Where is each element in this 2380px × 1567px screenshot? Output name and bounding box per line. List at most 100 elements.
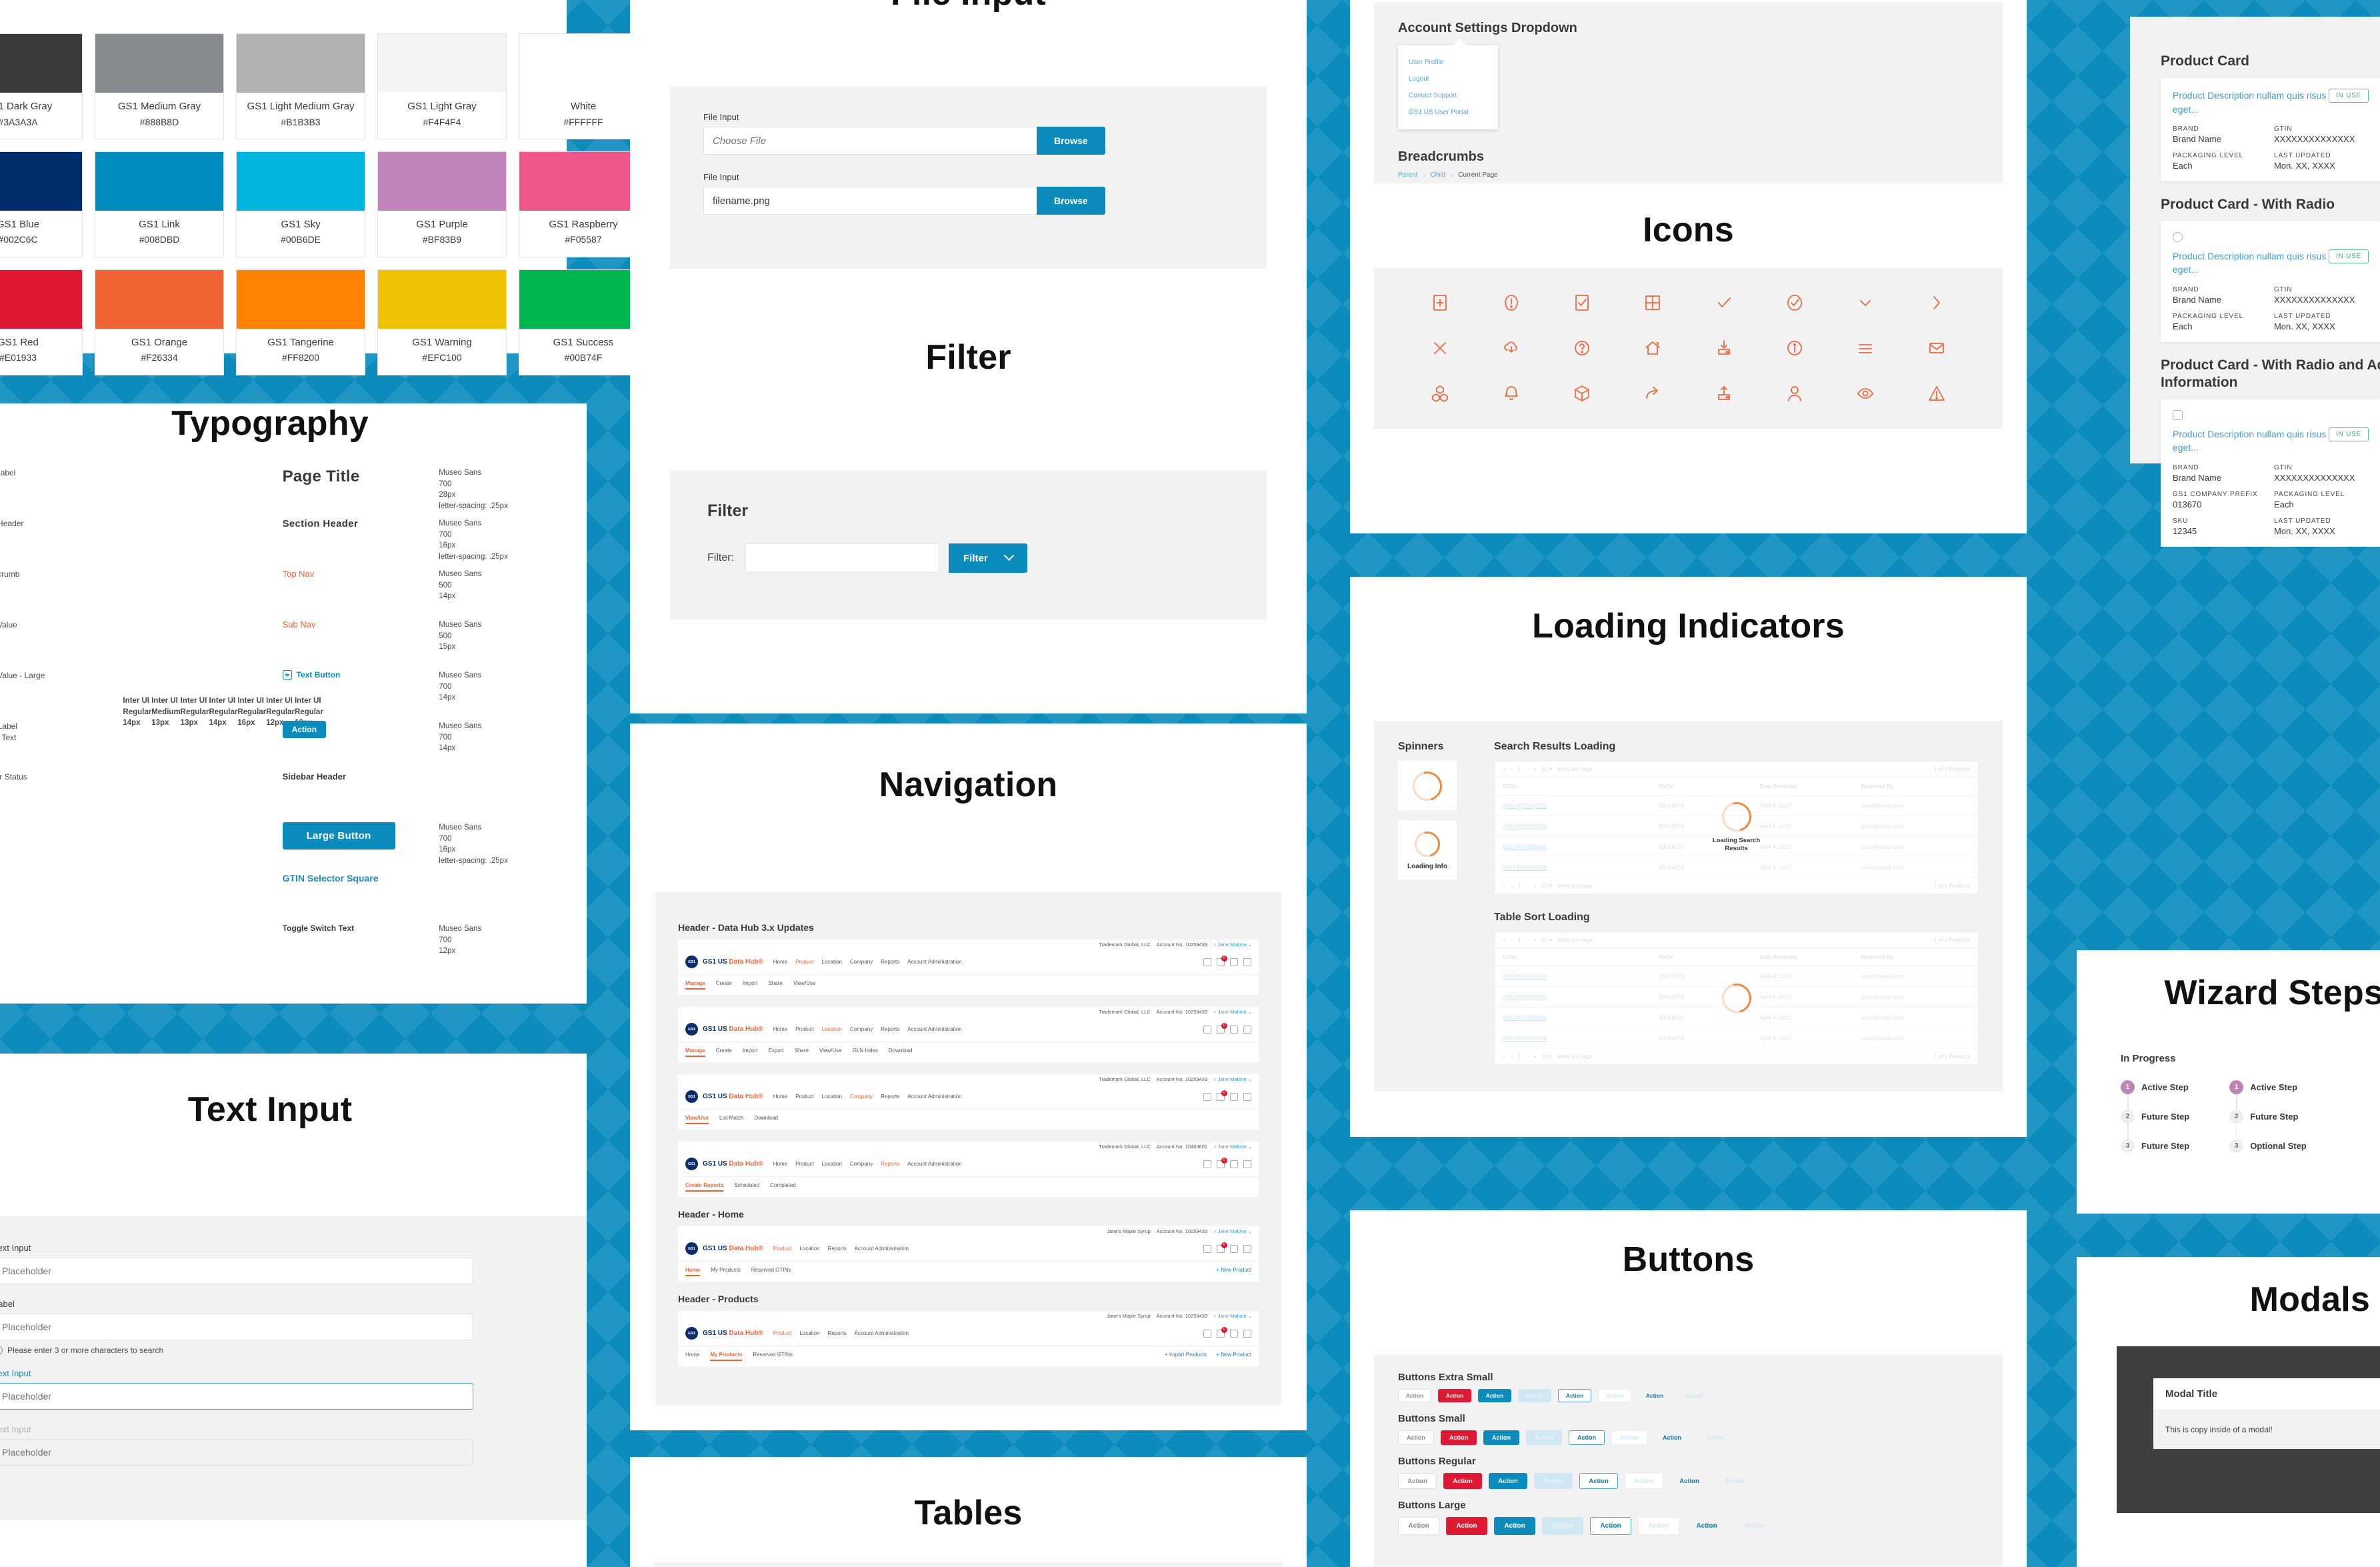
action-button[interactable]: Action <box>1579 1473 1618 1489</box>
large-button-sample[interactable]: Large Button <box>282 822 395 850</box>
nav-link[interactable]: Location <box>822 1161 842 1167</box>
nav-link[interactable]: Product <box>795 1161 814 1167</box>
menu-icon[interactable] <box>1853 335 1878 361</box>
check-icon[interactable] <box>1711 290 1737 315</box>
product-card[interactable]: Product Description nullam quis risus eg… <box>2161 399 2380 547</box>
nav-link[interactable]: Account Administration <box>907 1161 961 1167</box>
subnav-link[interactable]: List Match <box>719 1115 743 1124</box>
action-button[interactable]: Action <box>1590 1517 1631 1535</box>
subnav-link[interactable]: Scheduled <box>734 1182 759 1192</box>
filter-input[interactable] <box>745 543 938 573</box>
bell-icon[interactable] <box>1230 958 1238 966</box>
export-icon[interactable] <box>1711 381 1737 406</box>
product-description[interactable]: Product Description nullam quis risus eg… <box>2173 427 2329 455</box>
nav-link[interactable]: Account Administration <box>855 1246 909 1252</box>
wizard-step[interactable]: 1 Active Step <box>2121 1072 2189 1110</box>
action-button[interactable]: Action <box>1558 1389 1591 1402</box>
share-icon[interactable] <box>1640 381 1665 406</box>
nav-link[interactable]: Home <box>773 1026 787 1032</box>
action-button[interactable]: Action <box>1542 1517 1583 1535</box>
subnav-link[interactable]: My Products <box>711 1267 740 1276</box>
download-icon[interactable] <box>1243 1160 1251 1168</box>
mail-icon[interactable] <box>1217 1022 1227 1034</box>
subnav-link[interactable]: Download <box>889 1048 913 1057</box>
nav-link[interactable]: Account Administration <box>855 1330 909 1336</box>
nav-link[interactable]: Location <box>799 1246 819 1252</box>
user-icon[interactable] <box>1782 381 1807 406</box>
nav-link[interactable]: Home <box>773 1094 787 1100</box>
action-button-sample[interactable]: Action <box>282 721 326 738</box>
bell-icon[interactable] <box>1499 381 1524 406</box>
subnav-link[interactable]: Export <box>768 1048 783 1057</box>
header-user-menu[interactable]: ○ Jane Malone ⌄ <box>1213 1144 1252 1150</box>
download-icon[interactable] <box>1243 1329 1251 1338</box>
wizard-step[interactable]: 3 Optional Step <box>2229 1131 2307 1160</box>
subnav-action-button[interactable]: + New Product <box>1216 1352 1251 1361</box>
nav-link[interactable]: Reports <box>881 959 899 965</box>
nav-link[interactable]: Location <box>822 1094 842 1100</box>
bell-icon[interactable] <box>1230 1025 1238 1034</box>
subnav-action-button[interactable]: + Import Products <box>1165 1352 1207 1361</box>
box-icon[interactable] <box>1569 381 1595 406</box>
checkbox-checked-icon[interactable] <box>1569 290 1595 315</box>
wizard-step[interactable]: 2 Future Step <box>2121 1102 2189 1140</box>
action-button[interactable]: Action <box>1398 1473 1437 1489</box>
subnav-link[interactable]: Completed <box>770 1182 796 1192</box>
close-icon[interactable] <box>1427 335 1453 361</box>
nav-link[interactable]: Product <box>773 1246 792 1252</box>
subnav-link[interactable]: Create <box>716 1048 732 1057</box>
home-icon[interactable] <box>1640 335 1665 361</box>
subnav-link[interactable]: Share <box>768 980 782 990</box>
action-button[interactable]: Action <box>1398 1517 1439 1535</box>
subnav-link[interactable]: View/Use <box>685 1115 709 1124</box>
action-button[interactable]: Action <box>1569 1430 1605 1445</box>
nav-link[interactable]: Account Administration <box>907 1094 961 1100</box>
nav-link[interactable]: Company <box>850 1026 873 1032</box>
header-user-menu[interactable]: ○ Jane Malone ⌄ <box>1213 1009 1252 1015</box>
subnav-link[interactable]: My Products <box>710 1352 743 1361</box>
nav-link[interactable]: Location <box>822 959 842 965</box>
browse-button[interactable]: Browse <box>1037 187 1105 215</box>
action-button[interactable]: Action <box>1441 1430 1477 1445</box>
bell-icon[interactable] <box>1230 1092 1238 1101</box>
action-button[interactable]: Action <box>1446 1517 1487 1535</box>
action-button[interactable]: Action <box>1438 1389 1471 1402</box>
header-user-menu[interactable]: ○ Jane Malone ⌄ <box>1213 1228 1252 1234</box>
chevron-right-icon[interactable] <box>1924 290 1949 315</box>
mail-icon[interactable] <box>1217 1090 1227 1101</box>
cubes-icon[interactable] <box>1427 381 1453 406</box>
check-circle-icon[interactable] <box>1782 290 1807 315</box>
download-icon[interactable] <box>1243 1092 1251 1101</box>
action-button[interactable]: Action <box>1398 1389 1431 1402</box>
nav-link[interactable]: Product <box>795 1094 814 1100</box>
action-button[interactable]: Action <box>1478 1389 1511 1402</box>
alert-circle-icon[interactable] <box>1499 290 1524 315</box>
action-button[interactable]: Action <box>1686 1517 1727 1535</box>
text-input-control[interactable] <box>0 1314 473 1340</box>
wizard-step[interactable]: 1 Active Step <box>2229 1072 2307 1110</box>
browse-button[interactable]: Browse <box>1037 127 1105 155</box>
mail-icon[interactable] <box>1217 955 1227 966</box>
checkbox-icon[interactable] <box>1203 1329 1211 1338</box>
action-button[interactable]: Action <box>1654 1430 1690 1445</box>
action-button[interactable]: Action <box>1526 1430 1562 1445</box>
nav-link[interactable]: Product <box>795 1026 814 1032</box>
header-user-menu[interactable]: ○ Jane Malone ⌄ <box>1213 1313 1252 1319</box>
checkbox-icon[interactable] <box>1203 958 1211 966</box>
subnav-action-button[interactable]: + New Product <box>1216 1267 1251 1276</box>
checkbox-icon[interactable] <box>1203 1160 1211 1168</box>
mail-icon[interactable] <box>1217 1242 1227 1253</box>
chevron-down-icon[interactable] <box>1853 290 1878 315</box>
action-button[interactable]: Action <box>1489 1473 1527 1489</box>
bell-icon[interactable] <box>1230 1244 1238 1253</box>
download-icon[interactable] <box>1243 958 1251 966</box>
subnav-link[interactable]: Manage <box>685 1048 705 1057</box>
mail-icon[interactable] <box>1217 1326 1227 1338</box>
checkbox-icon[interactable] <box>1203 1244 1211 1253</box>
action-button[interactable]: Action <box>1494 1517 1535 1535</box>
download-icon[interactable] <box>1243 1025 1251 1034</box>
nav-link[interactable]: Company <box>850 1094 873 1100</box>
subnav-link[interactable]: View/Use <box>819 1048 842 1057</box>
subnav-link[interactable]: Import <box>743 980 758 990</box>
nav-link[interactable]: Company <box>850 959 873 965</box>
